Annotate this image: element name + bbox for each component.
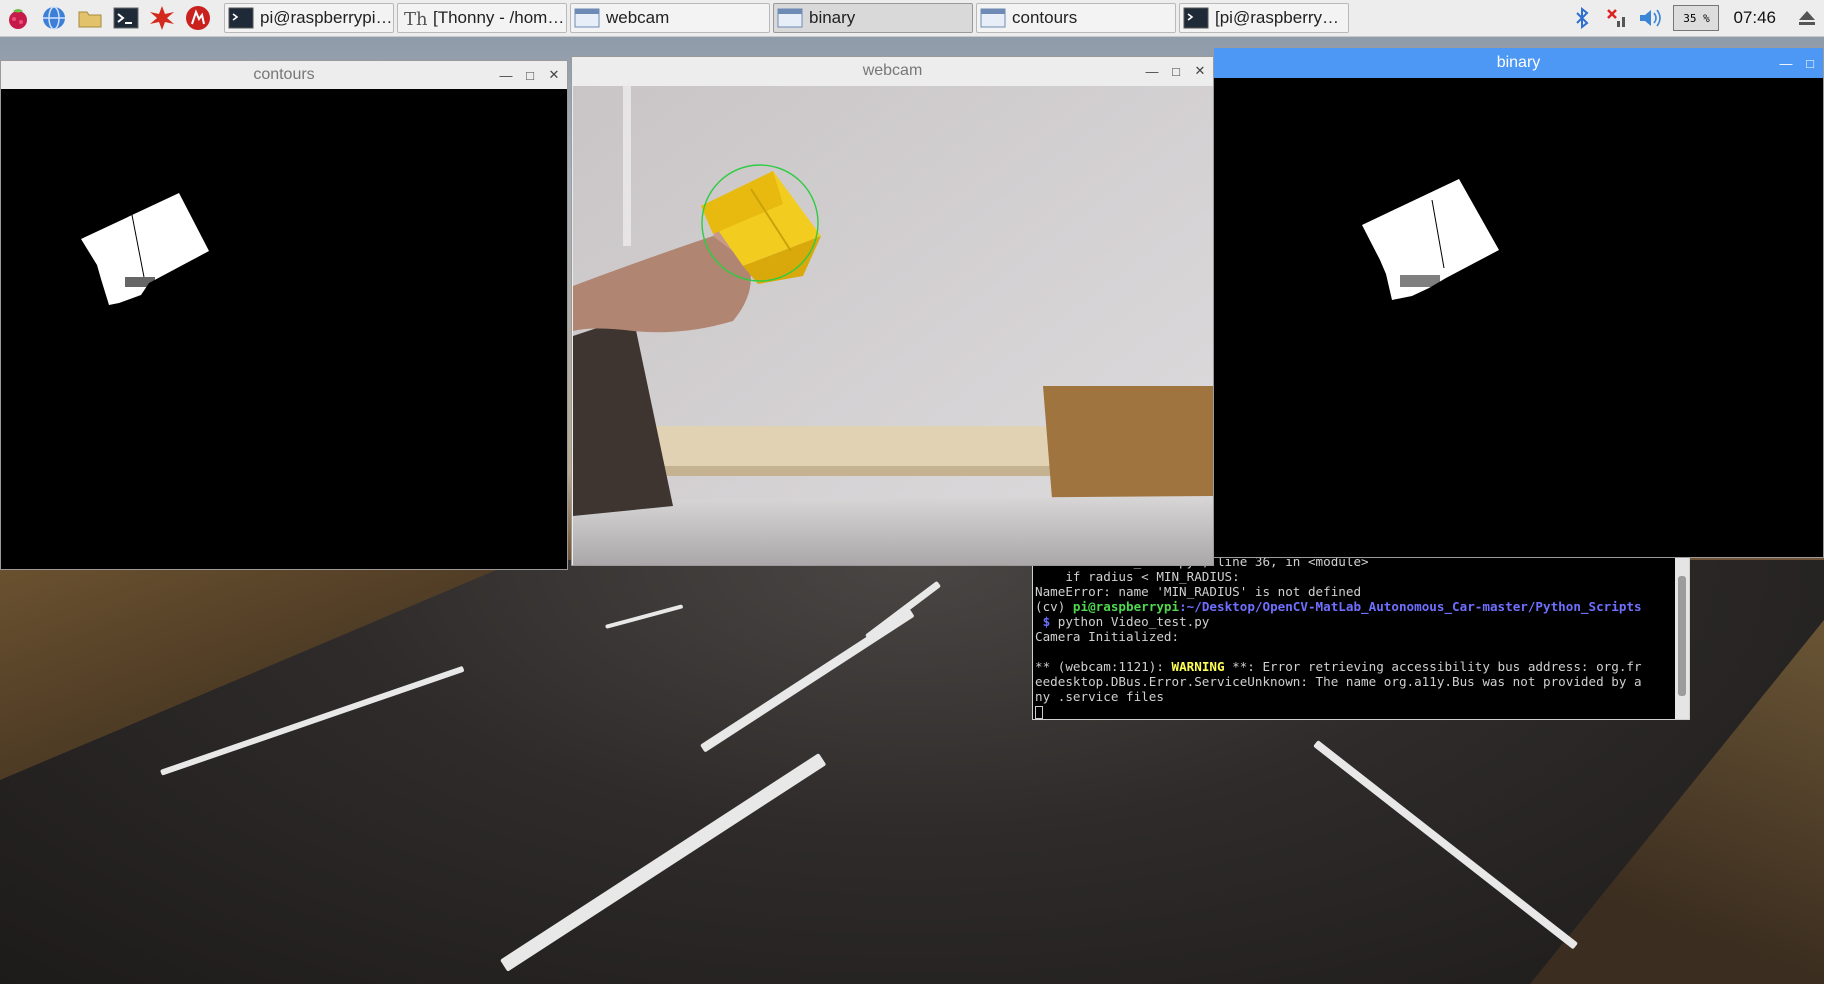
task-label: [Thonny - /home/pi/… xyxy=(433,8,566,27)
maximize-button[interactable]: □ xyxy=(1803,56,1817,71)
task-label: [pi@raspberrypi: ~] xyxy=(1215,8,1348,27)
task-contours[interactable]: contours xyxy=(976,3,1176,33)
task-webcam[interactable]: webcam xyxy=(570,3,770,33)
task-label: webcam xyxy=(606,8,670,27)
binary-window[interactable]: binary — □ xyxy=(1213,47,1824,558)
window-titlebar[interactable]: binary — □ xyxy=(1214,48,1823,78)
command-text: python Video_test.py xyxy=(1057,614,1210,629)
window-title: binary xyxy=(1496,54,1541,71)
maximize-button[interactable]: □ xyxy=(1169,64,1183,79)
terminal-icon[interactable] xyxy=(108,0,144,36)
task-thonny[interactable]: Th [Thonny - /home/pi/… xyxy=(397,3,567,33)
prompt-user: pi@raspberrypi xyxy=(1072,599,1180,614)
task-binary[interactable]: binary xyxy=(773,3,973,33)
minimize-button[interactable]: — xyxy=(1779,56,1793,71)
window-titlebar[interactable]: webcam — □ ✕ xyxy=(572,57,1213,85)
window-titlebar[interactable]: contours — □ ✕ xyxy=(1,61,567,89)
terminal-icon xyxy=(1183,6,1211,30)
terminal-output: File "Video_test.py", line 36, in <modul… xyxy=(1035,556,1673,719)
cpu-monitor[interactable]: 35 % xyxy=(1673,5,1720,31)
taskbar: pi@raspberrypi: ~/De… Th [Thonny - /home… xyxy=(0,0,1824,37)
file-manager-icon[interactable] xyxy=(72,0,108,36)
task-terminal-home[interactable]: [pi@raspberrypi: ~] xyxy=(1179,3,1349,33)
close-button[interactable]: ✕ xyxy=(547,67,561,83)
wolfram-icon[interactable] xyxy=(180,0,216,36)
network-disconnected-icon[interactable] xyxy=(1599,0,1633,36)
binary-image xyxy=(1214,78,1823,557)
terminal-cursor xyxy=(1035,706,1043,719)
window-icon xyxy=(777,6,805,30)
prompt-symbol: $ xyxy=(1035,614,1058,629)
eject-icon[interactable] xyxy=(1790,0,1824,36)
task-label: contours xyxy=(1012,8,1078,27)
window-icon xyxy=(980,6,1008,30)
scrollbar-thumb[interactable] xyxy=(1678,576,1686,696)
terminal-line: Camera Initialized: xyxy=(1035,629,1180,644)
window-icon xyxy=(574,6,602,30)
minimize-button[interactable]: — xyxy=(1145,64,1159,79)
clock[interactable]: 07:46 xyxy=(1725,8,1790,28)
window-title: webcam xyxy=(862,62,923,79)
terminal-line: ny .service files xyxy=(1035,689,1164,704)
terminal-scrollbar[interactable] xyxy=(1675,556,1689,719)
terminal-line: if radius < MIN_RADIUS: xyxy=(1035,569,1240,584)
math-icon[interactable] xyxy=(144,0,180,36)
minimize-button[interactable]: — xyxy=(499,68,513,83)
warning-prefix: ** (webcam:1121): xyxy=(1035,659,1172,674)
task-label: pi@raspberrypi: ~/De… xyxy=(260,8,393,27)
binary-shape xyxy=(1362,179,1499,300)
warning-text: **: Error retrieving accessibility bus a… xyxy=(1224,659,1642,674)
bluetooth-icon[interactable] xyxy=(1565,0,1599,36)
prompt-env: (cv) xyxy=(1035,599,1073,614)
terminal-line: NameError: name 'MIN_RADIUS' is not defi… xyxy=(1035,584,1362,599)
webcam-feed xyxy=(573,86,1213,565)
volume-icon[interactable] xyxy=(1633,0,1667,36)
maximize-button[interactable]: □ xyxy=(523,68,537,83)
system-tray: 35 % 07:46 xyxy=(1565,0,1824,36)
contour-shape xyxy=(81,193,209,305)
task-terminal-desktop[interactable]: pi@raspberrypi: ~/De… xyxy=(224,3,394,33)
webcam-frame xyxy=(573,86,1213,565)
contours-window[interactable]: contours — □ ✕ xyxy=(0,60,568,570)
contours-image xyxy=(1,89,567,569)
terminal-line: eedesktop.DBus.Error.ServiceUnknown: The… xyxy=(1035,674,1642,689)
warning-label: WARNING xyxy=(1171,659,1225,674)
terminal-window[interactable]: File "Video_test.py", line 36, in <modul… xyxy=(1032,555,1690,720)
close-button[interactable]: ✕ xyxy=(1193,63,1207,79)
task-label: binary xyxy=(809,8,856,27)
terminal-icon xyxy=(228,6,256,30)
thonny-icon: Th xyxy=(401,6,429,30)
raspberry-menu-icon[interactable] xyxy=(0,0,36,36)
web-browser-icon[interactable] xyxy=(36,0,72,36)
window-title: contours xyxy=(253,66,315,83)
prompt-path: :~/Desktop/OpenCV-MatLab_Autonomous_Car-… xyxy=(1179,599,1642,614)
svg-text:Th: Th xyxy=(404,9,427,29)
webcam-window[interactable]: webcam — □ ✕ xyxy=(571,56,1214,566)
